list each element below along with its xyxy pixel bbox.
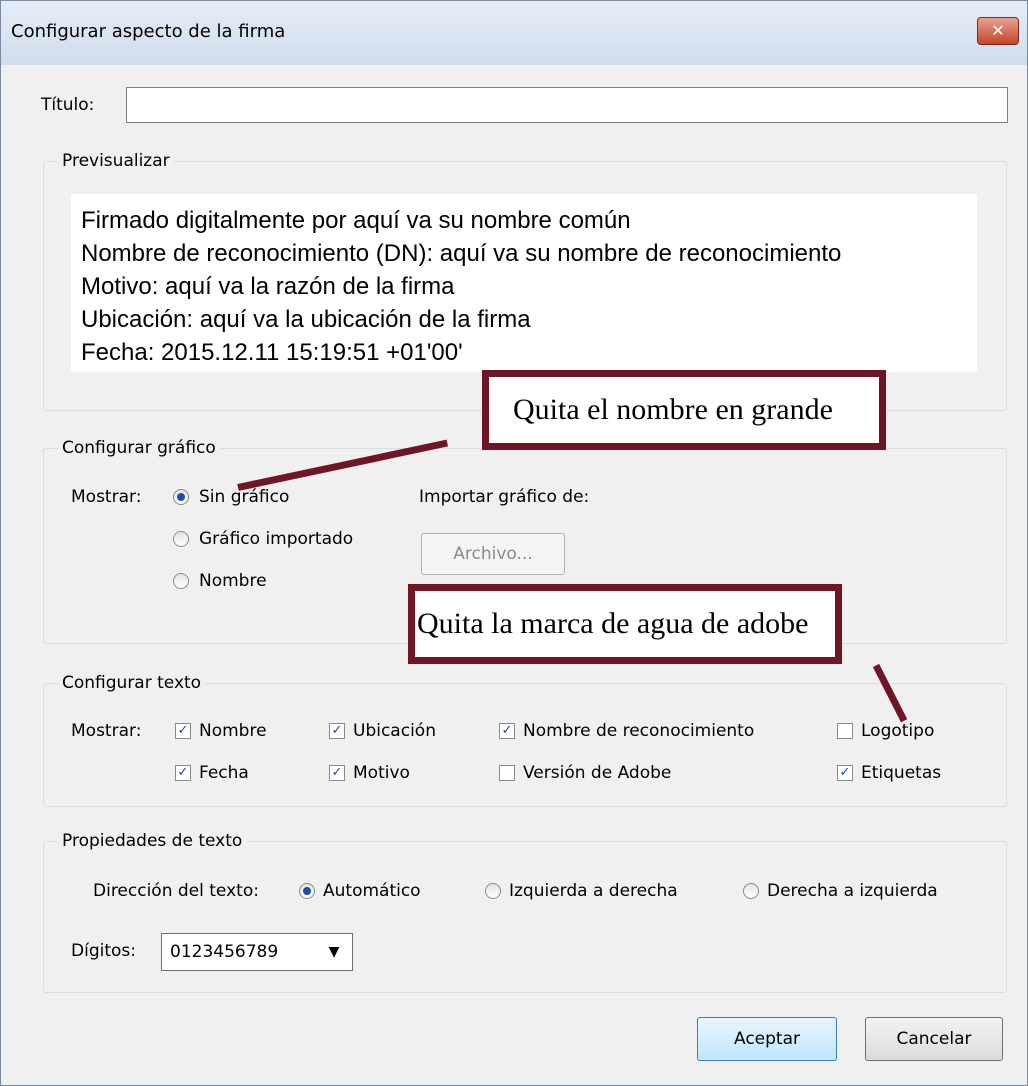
title-input[interactable] <box>126 87 1008 123</box>
radio-no-graphic-label[interactable]: Sin gráfico <box>199 487 289 507</box>
checkbox-logo[interactable] <box>837 723 853 739</box>
annotation-callout-1: Quita el nombre en grande <box>482 370 886 450</box>
preview-line: Fecha: 2015.12.11 15:19:51 +01'00' <box>81 339 463 366</box>
checkbox-name-label[interactable]: Nombre <box>199 721 267 741</box>
radio-direction-ltr-label[interactable]: Izquierda a derecha <box>509 881 678 901</box>
graphic-legend: Configurar gráfico <box>62 438 216 458</box>
radio-direction-rtl-label[interactable]: Derecha a izquierda <box>767 881 938 901</box>
radio-name-graphic-label[interactable]: Nombre <box>199 571 267 591</box>
digits-select[interactable]: 0123456789 ▼ <box>161 933 353 971</box>
close-button[interactable]: ✕ <box>977 17 1019 45</box>
preview-line: Nombre de reconocimiento (DN): aquí va s… <box>81 240 842 267</box>
radio-imported-graphic-label[interactable]: Gráfico importado <box>199 529 353 549</box>
checkbox-reason[interactable]: ✓ <box>329 765 345 781</box>
radio-imported-graphic[interactable] <box>173 531 189 547</box>
checkbox-dn[interactable]: ✓ <box>499 723 515 739</box>
checkbox-adobe-version-label[interactable]: Versión de Adobe <box>523 763 671 783</box>
checkbox-labels[interactable]: ✓ <box>837 765 853 781</box>
title-label: Título: <box>41 95 95 115</box>
ok-button[interactable]: Aceptar <box>697 1017 837 1061</box>
preview-line: Ubicación: aquí va la ubicación de la fi… <box>81 306 531 333</box>
title-bar: Configurar aspecto de la firma ✕ <box>1 1 1027 65</box>
text-show-label: Mostrar: <box>71 721 142 741</box>
digits-label: Dígitos: <box>71 941 136 961</box>
radio-no-graphic[interactable] <box>173 489 189 505</box>
graphic-show-label: Mostrar: <box>71 487 142 507</box>
checkbox-adobe-version[interactable] <box>499 765 515 781</box>
checkbox-date[interactable]: ✓ <box>175 765 191 781</box>
window-title: Configurar aspecto de la firma <box>11 21 286 42</box>
radio-direction-rtl[interactable] <box>743 883 759 899</box>
chevron-down-icon[interactable]: ▼ <box>316 934 352 970</box>
checkbox-labels-label[interactable]: Etiquetas <box>861 763 941 783</box>
checkbox-location-label[interactable]: Ubicación <box>353 721 436 741</box>
text-properties-legend: Propiedades de texto <box>62 831 243 851</box>
checkbox-dn-label[interactable]: Nombre de reconocimiento <box>523 721 754 741</box>
checkbox-logo-label[interactable]: Logotipo <box>861 721 934 741</box>
preview-legend: Previsualizar <box>62 151 170 171</box>
text-direction-label: Dirección del texto: <box>93 881 259 901</box>
radio-direction-auto[interactable] <box>299 883 315 899</box>
cancel-button[interactable]: Cancelar <box>865 1017 1003 1061</box>
checkbox-reason-label[interactable]: Motivo <box>353 763 410 783</box>
signature-appearance-dialog: Configurar aspecto de la firma ✕ Título:… <box>0 0 1028 1086</box>
checkbox-name[interactable]: ✓ <box>175 723 191 739</box>
preview-line: Firmado digitalmente por aquí va su nomb… <box>81 207 631 234</box>
import-graphic-label: Importar gráfico de: <box>419 487 590 507</box>
radio-direction-ltr[interactable] <box>485 883 501 899</box>
checkbox-date-label[interactable]: Fecha <box>199 763 249 783</box>
digits-value: 0123456789 <box>170 942 279 962</box>
annotation-callout-2: Quita la marca de agua de adobe <box>408 584 842 664</box>
preview-line: Motivo: aquí va la razón de la firma <box>81 273 455 300</box>
radio-name-graphic[interactable] <box>173 573 189 589</box>
file-button[interactable]: Archivo... <box>421 533 565 575</box>
radio-direction-auto-label[interactable]: Automático <box>323 881 421 901</box>
checkbox-location[interactable]: ✓ <box>329 723 345 739</box>
text-config-legend: Configurar texto <box>62 673 202 693</box>
preview-box: Firmado digitalmente por aquí va su nomb… <box>71 194 977 372</box>
